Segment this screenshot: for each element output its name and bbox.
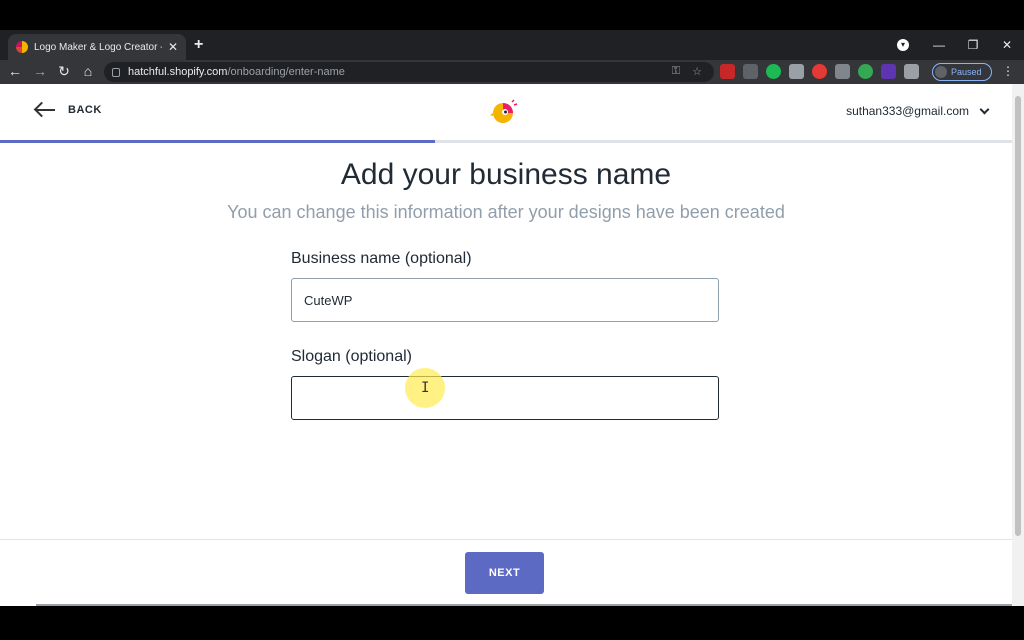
forward-nav-icon[interactable]: →: [31, 63, 49, 79]
url-path: /onboarding/enter-name: [227, 66, 345, 78]
key-icon[interactable]: ⚿: [672, 65, 680, 78]
page-header: BACK suthan333@gmail.com: [0, 84, 1012, 140]
lock-icon[interactable]: [112, 67, 120, 77]
browser-tab-strip: Logo Maker & Logo Creator - Fr ✕ + ▾ — ❐…: [0, 30, 1024, 60]
home-icon[interactable]: ⌂: [79, 63, 97, 79]
extension-star-icon[interactable]: [789, 64, 804, 79]
profile-status: Paused: [951, 67, 982, 77]
letterbox-top: [0, 0, 1024, 30]
page-content: BACK suthan333@gmail.com Add your busine…: [0, 84, 1024, 606]
adblock-extension-icon[interactable]: [720, 64, 735, 79]
account-email: suthan333@gmail.com: [846, 104, 969, 118]
browser-menu-icon[interactable]: ⋮: [1002, 64, 1014, 78]
letterbox-bottom: [0, 606, 1024, 640]
reload-icon[interactable]: ↻: [55, 63, 73, 80]
window-controls: — ❐ ✕: [922, 30, 1024, 60]
business-name-label: Business name (optional): [291, 250, 472, 267]
close-window-button[interactable]: ✕: [990, 38, 1024, 52]
url-host: hatchful.shopify.com: [128, 66, 228, 78]
next-button[interactable]: NEXT: [465, 552, 544, 594]
page-title: Add your business name: [340, 158, 672, 191]
text-cursor-icon: I: [421, 380, 430, 396]
hatchful-favicon-icon: [16, 41, 28, 53]
extensions-puzzle-icon[interactable]: [904, 64, 919, 79]
bookmark-star-icon[interactable]: ☆: [692, 65, 702, 78]
business-name-input[interactable]: [291, 278, 719, 322]
back-nav-icon[interactable]: ←: [6, 63, 24, 79]
extension-pen-icon[interactable]: [835, 64, 850, 79]
profile-button[interactable]: Paused: [932, 63, 992, 81]
extension-refresh-icon[interactable]: [858, 64, 873, 79]
vertical-scrollbar[interactable]: [1012, 84, 1024, 606]
minimize-button[interactable]: —: [922, 38, 956, 52]
tab-search-icon[interactable]: ▾: [897, 39, 909, 51]
slogan-label: Slogan (optional): [291, 348, 412, 365]
chevron-down-icon: [979, 104, 990, 114]
slogan-input[interactable]: [291, 376, 719, 420]
profile-avatar: [935, 66, 947, 78]
browser-toolbar: ← → ↻ ⌂ hatchful.shopify.com /onboarding…: [0, 60, 1024, 84]
hatchful-logo-icon: [490, 99, 518, 123]
restore-button[interactable]: ❐: [956, 38, 990, 52]
scrollbar-thumb[interactable]: [1015, 96, 1021, 536]
progress-bar: [0, 140, 1012, 143]
tab-title: Logo Maker & Logo Creator - Fr: [34, 41, 162, 53]
back-label: BACK: [68, 104, 102, 116]
tab-close-icon[interactable]: ✕: [168, 40, 178, 54]
footer-divider: [0, 539, 1012, 540]
progress-bar-fill: [0, 140, 436, 143]
back-button[interactable]: BACK: [34, 102, 102, 118]
new-tab-button[interactable]: +: [194, 36, 203, 54]
browser-tab[interactable]: Logo Maker & Logo Creator - Fr ✕: [8, 34, 186, 60]
extension-purple-icon[interactable]: [881, 64, 896, 79]
page-subtitle: You can change this information after yo…: [227, 202, 785, 222]
extension-triangle-icon[interactable]: [743, 64, 758, 79]
extensions-row: [720, 64, 919, 79]
extension-red-icon[interactable]: [812, 64, 827, 79]
account-menu[interactable]: suthan333@gmail.com: [846, 104, 990, 118]
arrow-left-icon: [34, 102, 56, 118]
address-bar[interactable]: hatchful.shopify.com /onboarding/enter-n…: [104, 62, 714, 82]
grammarly-extension-icon[interactable]: [766, 64, 781, 79]
